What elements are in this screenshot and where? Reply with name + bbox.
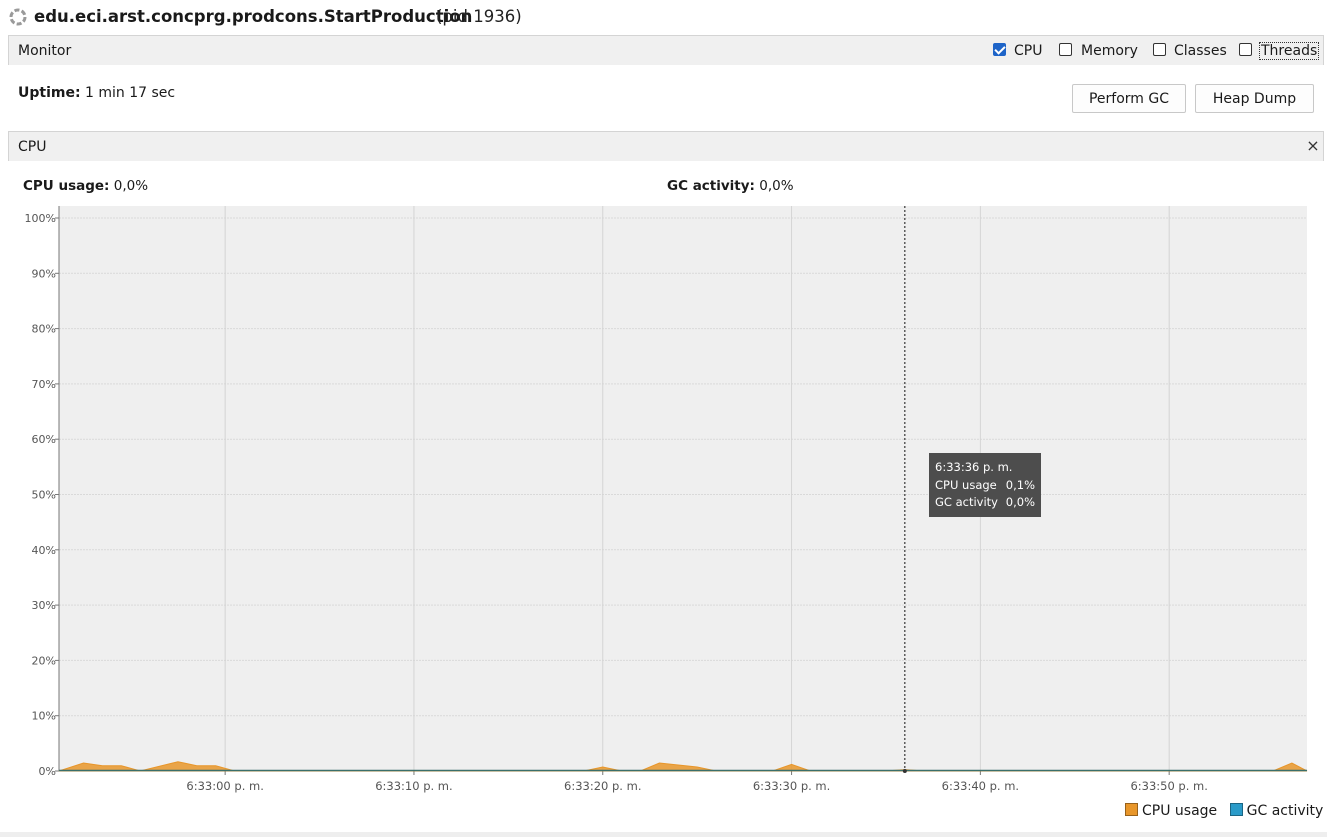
tooltip-row-cpu: CPU usage 0,1%: [935, 477, 1035, 495]
x-tick-label: 6:33:00 p. m.: [186, 779, 263, 793]
y-tick-label: 50%: [32, 489, 56, 502]
app-header: edu.eci.arst.concprg.prodcons.StartProdu…: [0, 0, 1327, 34]
cpu-usage-value: 0,0%: [113, 178, 149, 194]
monitor-label: Monitor: [18, 43, 72, 59]
tooltip-gc-label: GC activity: [935, 495, 998, 509]
legend-label-cpu: CPU usage: [1142, 803, 1218, 819]
memory-checkbox[interactable]: [1059, 43, 1072, 56]
gc-activity-stat: GC activity: 0,0%: [667, 178, 794, 194]
y-tick-label: 100%: [25, 212, 56, 225]
tooltip-row-gc: GC activity 0,0%: [935, 494, 1035, 512]
classes-checkbox-label[interactable]: Classes: [1174, 43, 1227, 59]
cpu-checkbox-label[interactable]: CPU: [1014, 43, 1042, 59]
legend-label-gc: GC activity: [1246, 803, 1324, 819]
close-icon[interactable]: ×: [1305, 136, 1321, 155]
cpu-usage-stat: CPU usage: 0,0%: [23, 178, 148, 194]
tooltip-cpu-label: CPU usage: [935, 477, 997, 492]
y-tick-label: 20%: [32, 654, 56, 667]
app-title: edu.eci.arst.concprg.prodcons.StartProdu…: [34, 7, 473, 26]
y-tick-label: 0%: [39, 765, 56, 778]
cursor-point: [902, 769, 907, 773]
y-tick-label: 70%: [32, 378, 56, 391]
gc-activity-label: GC activity:: [667, 178, 755, 194]
x-tick-label: 6:33:20 p. m.: [564, 779, 641, 793]
memory-checkbox-label[interactable]: Memory: [1081, 43, 1138, 59]
cpu-panel-header: CPU ×: [8, 131, 1324, 161]
legend-item-gc[interactable]: GC activity: [1229, 803, 1324, 819]
tooltip-cpu-value: 0,1%: [1005, 477, 1035, 492]
plot-background: [59, 206, 1307, 771]
tooltip-time: 6:33:36 p. m.: [935, 460, 1013, 474]
heap-dump-button[interactable]: Heap Dump: [1195, 84, 1314, 113]
cpu-panel-title: CPU: [18, 139, 47, 155]
y-tick-label: 30%: [32, 599, 56, 612]
y-tick-label: 90%: [32, 267, 56, 280]
perform-gc-button[interactable]: Perform GC: [1072, 84, 1186, 113]
uptime: Uptime: 1 min 17 sec: [18, 85, 175, 101]
gc-activity-value: 0,0%: [759, 178, 794, 194]
uptime-value: 1 min 17 sec: [85, 85, 176, 101]
threads-checkbox[interactable]: [1239, 43, 1252, 56]
legend-swatch-gc: [1229, 803, 1243, 816]
y-tick-label: 80%: [32, 323, 56, 336]
chart-legend: CPU usage GC activity: [1125, 803, 1323, 823]
cpu-chart[interactable]: 100% 90% 80% 70% 60% 50% 40% 30% 20% 10% 0% 6:33:00…: [0, 200, 1327, 800]
cpu-checkbox[interactable]: [993, 43, 1006, 56]
y-tick-label: 10%: [32, 710, 56, 723]
y-tick-label: 60%: [32, 433, 56, 446]
cpu-usage-label: CPU usage:: [23, 178, 110, 194]
x-tick-label: 6:33:30 p. m.: [753, 779, 830, 793]
y-tick-label: 40%: [32, 544, 56, 557]
process-id: (pid 1936): [436, 7, 522, 26]
classes-checkbox[interactable]: [1153, 43, 1166, 56]
monitor-bar: Monitor CPU Memory Classes Threads: [8, 35, 1324, 65]
x-tick-label: 6:33:10 p. m.: [375, 779, 452, 793]
legend-swatch-cpu: [1125, 803, 1138, 816]
tooltip-gc-value: 0,0%: [1005, 495, 1035, 509]
x-tick-label: 6:33:40 p. m.: [942, 779, 1019, 793]
bottom-border: [0, 832, 1327, 837]
chart-tooltip: 6:33:36 p. m. CPU usage 0,1% GC activity…: [929, 453, 1041, 517]
uptime-label: Uptime:: [18, 85, 81, 101]
spinner-icon: [9, 8, 27, 26]
legend-item-cpu[interactable]: CPU usage: [1125, 803, 1217, 819]
x-tick-label: 6:33:50 p. m.: [1130, 779, 1207, 793]
threads-checkbox-label[interactable]: Threads: [1258, 42, 1320, 60]
